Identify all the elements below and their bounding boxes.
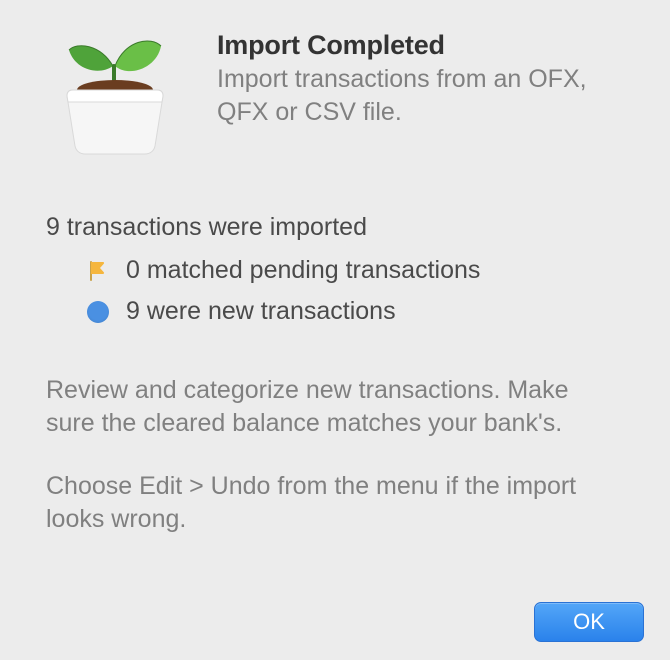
dialog-title: Import Completed (217, 30, 640, 61)
dialog-title-block: Import Completed Import transactions fro… (217, 22, 640, 129)
summary-item-text: 0 matched pending transactions (126, 256, 480, 285)
summary-item-matched: 0 matched pending transactions (84, 256, 624, 285)
ok-button[interactable]: OK (534, 602, 644, 642)
app-icon (55, 26, 175, 161)
dialog-header: Import Completed Import transactions fro… (0, 0, 670, 191)
summary-heading: 9 transactions were imported (46, 213, 624, 242)
dialog-subtitle: Import transactions from an OFX, QFX or … (217, 63, 637, 129)
summary-item-new: 9 were new transactions (84, 297, 624, 326)
dot-icon (84, 298, 112, 326)
summary-item-text: 9 were new transactions (126, 297, 396, 326)
flag-icon (84, 257, 112, 285)
dialog-notes: Review and categorize new transactions. … (0, 338, 670, 536)
summary-list: 0 matched pending transactions 9 were ne… (46, 256, 624, 326)
dialog-button-row: OK (534, 602, 644, 642)
note-review: Review and categorize new transactions. … (46, 374, 624, 440)
note-undo: Choose Edit > Undo from the menu if the … (46, 470, 624, 536)
import-summary: 9 transactions were imported 0 matched p… (0, 191, 670, 326)
